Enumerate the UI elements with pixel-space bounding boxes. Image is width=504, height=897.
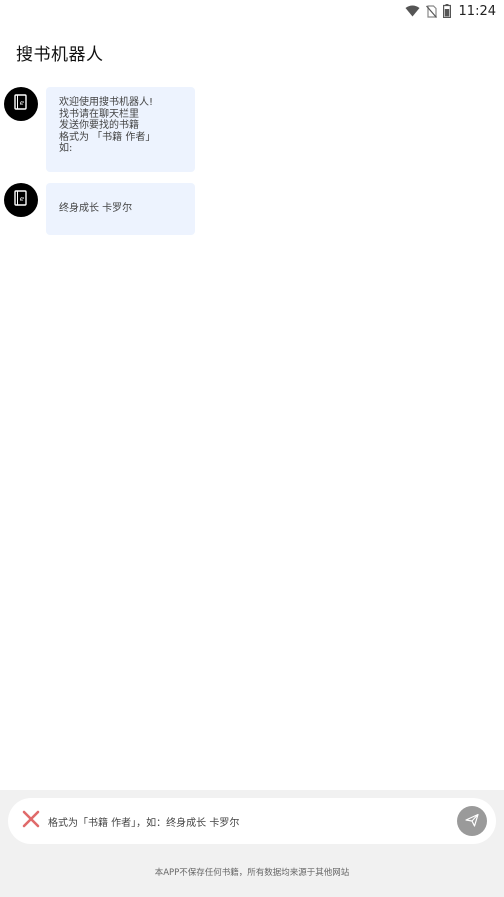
chat-message: e 欢迎使用搜书机器人! 找书请在聊天栏里 发送你要找的书籍 格式为 「书籍 作…	[4, 87, 195, 172]
close-icon	[22, 810, 40, 832]
message-line: 发送你要找的书籍	[59, 120, 139, 131]
status-bar: 11:24	[0, 0, 504, 22]
message-line: 找书请在聊天栏里	[59, 108, 139, 120]
message-line: 如:	[59, 143, 73, 154]
input-bar: 格式为「书籍 作者」，如：终身成长 卡罗尔	[8, 798, 496, 844]
svg-text:e: e	[20, 99, 24, 107]
svg-text:e: e	[20, 195, 24, 203]
message-bubble: 终身成长 卡罗尔	[46, 183, 195, 235]
send-button[interactable]	[457, 806, 487, 836]
message-bubble: 欢迎使用搜书机器人! 找书请在聊天栏里 发送你要找的书籍 格式为 「书籍 作者」…	[46, 87, 195, 172]
status-time: 11:24	[458, 3, 496, 19]
no-sim-icon	[425, 4, 437, 18]
bottom-panel: 格式为「书籍 作者」，如：终身成长 卡罗尔 本APP不保存任何书籍，所有数据均来…	[0, 790, 504, 897]
message-line: 欢迎使用搜书机器人!	[59, 97, 154, 108]
chat-message: e 终身成长 卡罗尔	[4, 183, 195, 235]
clear-button[interactable]	[20, 810, 42, 832]
page-title: 搜书机器人	[16, 45, 104, 65]
wifi-icon	[405, 5, 420, 17]
message-line: 终身成长 卡罗尔	[59, 203, 133, 214]
search-input[interactable]: 格式为「书籍 作者」，如：终身成长 卡罗尔	[48, 814, 457, 829]
avatar: e	[4, 183, 38, 217]
send-icon	[465, 812, 479, 831]
book-icon: e	[14, 190, 28, 210]
battery-icon	[442, 4, 451, 18]
disclaimer-text: 本APP不保存任何书籍，所有数据均来源于其他网站	[154, 868, 350, 878]
avatar: e	[4, 87, 38, 121]
book-icon: e	[14, 94, 28, 114]
message-line: 格式为 「书籍 作者」	[59, 131, 156, 143]
